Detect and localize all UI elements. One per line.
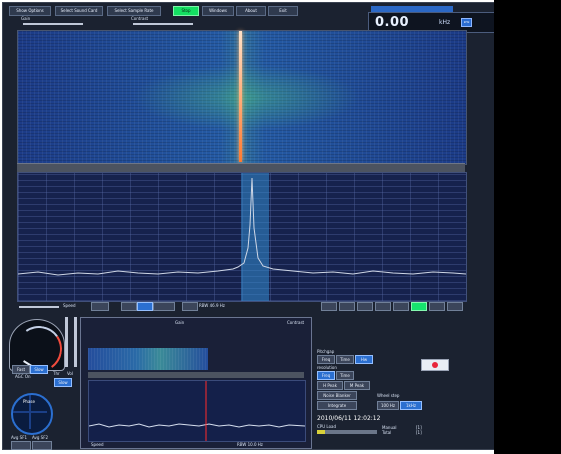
transport-6[interactable] xyxy=(411,302,427,311)
bottom-panel: Thr Vol Fast Slow AGC On Slow Phase Avg … xyxy=(5,311,497,451)
wheel-step-100hz[interactable]: 100 Hz xyxy=(377,401,399,410)
avg-sf1-label: Avg SF1 xyxy=(11,435,28,440)
cpu-load-label: CPU Load xyxy=(317,424,336,429)
threshold-slider[interactable] xyxy=(65,317,68,367)
spectrum-trace xyxy=(18,177,466,276)
frequency-value: 0.00 xyxy=(375,15,410,30)
top-controls: Speed RBW 46.9 Hz xyxy=(17,302,465,311)
mini-rbw-text: RBW 10.0 Hz xyxy=(237,442,263,447)
app-window: Show Options Select Sound Card Select Sa… xyxy=(0,0,561,454)
res-m-peak[interactable]: M Peak xyxy=(344,381,370,390)
transport-7[interactable] xyxy=(429,302,445,311)
right-panel: Pitchgap Freq Time Hw resolution Freq Ti… xyxy=(314,341,497,451)
agc-mode-button[interactable]: Slow xyxy=(54,378,72,387)
zoom-scale xyxy=(88,372,304,378)
volume-slider[interactable] xyxy=(74,317,77,367)
sdr-app: Show Options Select Sound Card Select Sa… xyxy=(2,2,498,451)
mode-button-2[interactable] xyxy=(121,302,137,311)
gain-label: Gain xyxy=(21,16,31,21)
wheel-step-1khz[interactable]: 1kHz xyxy=(400,401,422,410)
pitchgap-hw[interactable]: Hw xyxy=(355,355,373,364)
avg-sf2-label: Avg SF2 xyxy=(32,435,49,440)
resolution-label: resolution xyxy=(317,365,337,370)
agc-slow-button[interactable]: Slow xyxy=(30,365,48,374)
speed-label: Speed xyxy=(63,303,76,308)
frequency-title-bar xyxy=(371,6,453,12)
menu-about[interactable]: About xyxy=(236,6,266,16)
res-integrate[interactable]: Integrate xyxy=(317,401,357,410)
phase-cross-horizontal xyxy=(13,411,47,413)
cpu-load-bar xyxy=(317,430,377,434)
mode-button-5[interactable] xyxy=(182,302,198,311)
pitchgap-label: Pitchgap xyxy=(317,349,335,354)
rbw-text: RBW 46.9 Hz xyxy=(199,303,225,308)
thr-label: Thr xyxy=(53,371,60,376)
res-noise-blanker[interactable]: Noise Blanker xyxy=(317,391,357,400)
res-time[interactable]: Time xyxy=(336,371,354,380)
transport-4[interactable] xyxy=(375,302,391,311)
menu-windows[interactable]: Windows xyxy=(202,6,234,16)
mini-contrast-label: Contrast xyxy=(287,320,305,325)
right-black-area xyxy=(494,0,561,454)
record-icon xyxy=(432,362,438,368)
total-value: [1] xyxy=(416,430,422,435)
menu-stop[interactable]: Stop xyxy=(173,6,199,16)
vol-label: Vol xyxy=(67,371,73,376)
menu-show-options[interactable]: Show Options xyxy=(9,6,51,16)
speed-slider[interactable] xyxy=(19,306,59,308)
contrast-label: Contrast xyxy=(131,16,149,21)
contrast-slider[interactable] xyxy=(133,23,193,25)
frequency-mini-button[interactable]: kHz xyxy=(461,18,472,27)
transport-3[interactable] xyxy=(357,302,373,311)
gain-slider[interactable] xyxy=(23,23,83,25)
wheel-step-label: Wheel step xyxy=(377,393,400,398)
mode-button-4[interactable] xyxy=(153,302,175,311)
transport-8[interactable] xyxy=(447,302,463,311)
zoom-spectrum[interactable] xyxy=(88,380,306,442)
phase-label: Phase xyxy=(23,399,35,404)
zoom-panel: Gain Contrast Speed RBW 10.0 Hz xyxy=(80,317,312,449)
spectrum-display[interactable] xyxy=(17,172,467,302)
transport-1[interactable] xyxy=(321,302,337,311)
agc-on-label: AGC On xyxy=(15,374,31,379)
menu-select-sample-rate[interactable]: Select Sample Rate xyxy=(107,6,161,16)
avg-sf2-input[interactable] xyxy=(32,441,52,450)
zoom-trace xyxy=(89,381,305,441)
zoom-waterfall[interactable] xyxy=(88,348,208,370)
total-label: Total xyxy=(382,430,392,435)
menu-select-sound-card[interactable]: Select Sound Card xyxy=(55,6,103,16)
mini-speed-label: Speed xyxy=(91,442,104,447)
agc-fast-button[interactable]: Fast xyxy=(12,365,30,374)
pitchgap-freq[interactable]: Freq xyxy=(317,355,335,364)
res-h-peak[interactable]: H Peak xyxy=(317,381,343,390)
transport-5[interactable] xyxy=(393,302,409,311)
avg-sf1-input[interactable] xyxy=(11,441,31,450)
mode-button-1[interactable] xyxy=(91,302,109,311)
waterfall-display[interactable] xyxy=(17,30,467,165)
cpu-load-fill xyxy=(317,430,325,434)
pitchgap-time[interactable]: Time xyxy=(336,355,354,364)
timestamp: 2010/06/11 12:02:12 xyxy=(317,415,381,422)
transport-2[interactable] xyxy=(339,302,355,311)
res-freq[interactable]: Freq xyxy=(317,371,335,380)
record-button[interactable] xyxy=(421,359,449,371)
frequency-unit: kHz xyxy=(439,19,451,26)
menu-exit[interactable]: Exit xyxy=(268,6,298,16)
mode-button-3[interactable] xyxy=(137,302,153,311)
signal-gauge xyxy=(9,319,66,376)
carrier-line xyxy=(239,31,242,162)
mini-gain-label: Gain xyxy=(175,320,185,325)
